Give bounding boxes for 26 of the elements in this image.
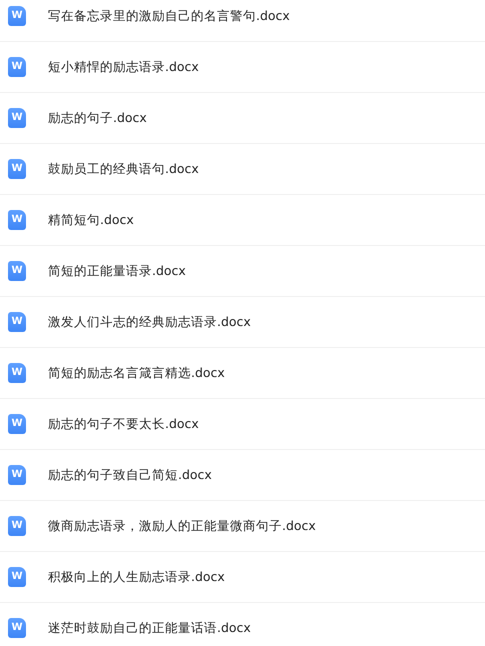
word-file-icon: W bbox=[8, 567, 26, 587]
file-name[interactable]: 励志的句子致自己简短.docx bbox=[48, 466, 212, 484]
word-file-icon: W bbox=[8, 6, 26, 26]
file-name[interactable]: 简短的正能量语录.docx bbox=[48, 262, 186, 280]
file-name[interactable]: 简短的励志名言箴言精选.docx bbox=[48, 364, 225, 382]
word-file-icon: W bbox=[8, 312, 26, 332]
file-name[interactable]: 激发人们斗志的经典励志语录.docx bbox=[48, 314, 251, 330]
file-name[interactable]: 迷茫时鼓励自己的正能量话语.docx bbox=[48, 620, 251, 636]
word-file-icon: W bbox=[8, 57, 26, 77]
word-file-icon: W bbox=[8, 363, 26, 383]
file-name[interactable]: 励志的句子.docx bbox=[48, 110, 147, 126]
word-file-icon: W bbox=[8, 210, 26, 230]
word-file-icon: W bbox=[8, 618, 26, 638]
file-name[interactable]: 鼓励员工的经典语句.docx bbox=[48, 160, 199, 178]
word-file-icon: W bbox=[8, 261, 26, 281]
file-name[interactable]: 短小精悍的励志语录.docx bbox=[48, 58, 199, 76]
file-name[interactable]: 写在备忘录里的激励自己的名言警句.docx bbox=[48, 8, 290, 24]
file-name[interactable]: 微商励志语录，激励人的正能量微商句子.docx bbox=[48, 518, 316, 534]
file-name[interactable]: 积极向上的人生励志语录.docx bbox=[48, 568, 225, 586]
word-file-icon: W bbox=[8, 108, 26, 128]
word-file-icon: W bbox=[8, 516, 26, 536]
word-file-icon: W bbox=[8, 159, 26, 179]
word-file-icon: W bbox=[8, 414, 26, 434]
word-file-icon: W bbox=[8, 465, 26, 485]
file-name[interactable]: 励志的句子不要太长.docx bbox=[48, 416, 199, 432]
file-name[interactable]: 精简短句.docx bbox=[48, 212, 134, 228]
